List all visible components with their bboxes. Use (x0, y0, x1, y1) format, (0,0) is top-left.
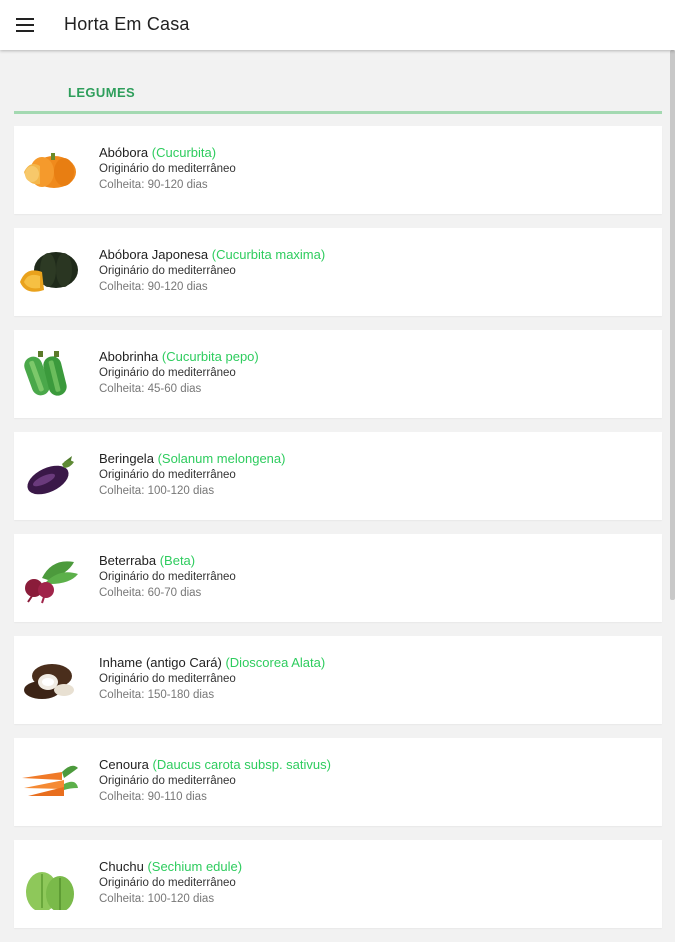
item-scientific-name: (Cucurbita maxima) (211, 247, 326, 262)
item-title: Beringela (Solanum melongena) (99, 451, 285, 466)
item-scientific-name: (Beta) (159, 553, 196, 568)
item-name: Abobrinha (99, 349, 159, 364)
item-harvest: Colheita: 90-110 dias (99, 791, 207, 803)
item-name: Abóbora (99, 145, 149, 160)
item-origin: Originário do mediterrâneo (99, 571, 236, 583)
list-item[interactable]: Abóbora Japonesa (Cucurbita maxima) Orig… (14, 228, 662, 316)
carrot-icon (22, 765, 78, 796)
list-item[interactable]: Cenoura (Daucus carota subsp. sativus) O… (14, 738, 662, 826)
item-scientific-name: (Sechium edule) (147, 859, 243, 874)
menu-icon[interactable] (16, 18, 34, 32)
item-scientific-name: (Cucurbita pepo) (161, 349, 259, 364)
item-title: Beterraba (Beta) (99, 553, 236, 568)
yam-icon (24, 664, 74, 699)
item-title: Abobrinha (Cucurbita pepo) (99, 349, 259, 364)
item-harvest: Colheita: 60-70 dias (99, 587, 202, 599)
item-name: Inhame (antigo Cará) (99, 655, 222, 670)
item-scientific-name: (Dioscorea Alata) (225, 655, 326, 670)
item-harvest: Colheita: 100-120 dias (99, 485, 215, 497)
item-origin: Originário do mediterrâneo (99, 877, 236, 889)
item-scientific-name: (Cucurbita) (151, 145, 217, 160)
item-origin: Originário do mediterrâneo (99, 367, 236, 379)
item-origin: Originário do mediterrâneo (99, 163, 236, 175)
item-origin: Originário do mediterrâneo (99, 673, 236, 685)
item-name: Chuchu (99, 859, 144, 874)
list-item[interactable]: Beterraba (Beta) Originário do mediterrâ… (14, 534, 662, 622)
eggplant-icon (27, 456, 74, 495)
section-header: LEGUMES (14, 50, 662, 114)
list-item[interactable]: Abóbora (Cucurbita) Originário do medite… (14, 126, 662, 214)
item-harvest: Colheita: 90-120 dias (99, 281, 208, 293)
item-title: Chuchu (Sechium edule) (99, 859, 242, 874)
app-bar: Horta Em Casa (0, 0, 675, 50)
list-item[interactable]: Abobrinha (Cucurbita pepo) Originário do… (14, 330, 662, 418)
section-title: LEGUMES (68, 85, 136, 100)
item-origin: Originário do mediterrâneo (99, 775, 236, 787)
list-item[interactable]: Beringela (Solanum melongena) Originário… (14, 432, 662, 520)
item-scientific-name: (Solanum melongena) (157, 451, 286, 466)
zucchini-icon (24, 351, 67, 396)
chayote-icon (26, 872, 74, 910)
item-scientific-name: (Daucus carota subsp. sativus) (152, 757, 331, 772)
list-item[interactable]: Chuchu (Sechium edule) Originário do med… (14, 840, 662, 928)
app-title: Horta Em Casa (64, 14, 190, 34)
item-harvest: Colheita: 100-120 dias (99, 893, 215, 905)
vegetable-list: Abóbora (Cucurbita) Originário do medite… (14, 126, 662, 942)
item-title: Inhame (antigo Cará) (Dioscorea Alata) (99, 655, 325, 670)
scrollbar[interactable] (670, 50, 675, 600)
item-harvest: Colheita: 90-120 dias (99, 179, 208, 191)
item-name: Cenoura (99, 757, 149, 772)
item-title: Abóbora Japonesa (Cucurbita maxima) (99, 247, 325, 262)
item-name: Beterraba (99, 553, 157, 568)
item-origin: Originário do mediterrâneo (99, 265, 236, 277)
item-title: Abóbora (Cucurbita) (99, 145, 236, 160)
item-harvest: Colheita: 150-180 dias (99, 689, 215, 701)
item-harvest: Colheita: 45-60 dias (99, 383, 202, 395)
item-name: Abóbora Japonesa (99, 247, 209, 262)
list-item[interactable]: Inhame (antigo Cará) (Dioscorea Alata) O… (14, 636, 662, 724)
item-title: Cenoura (Daucus carota subsp. sativus) (99, 757, 331, 772)
item-name: Beringela (99, 451, 154, 466)
japanese-pumpkin-icon (20, 252, 78, 292)
item-origin: Originário do mediterrâneo (99, 469, 236, 481)
beet-icon (25, 561, 78, 604)
pumpkin-icon (24, 153, 76, 188)
